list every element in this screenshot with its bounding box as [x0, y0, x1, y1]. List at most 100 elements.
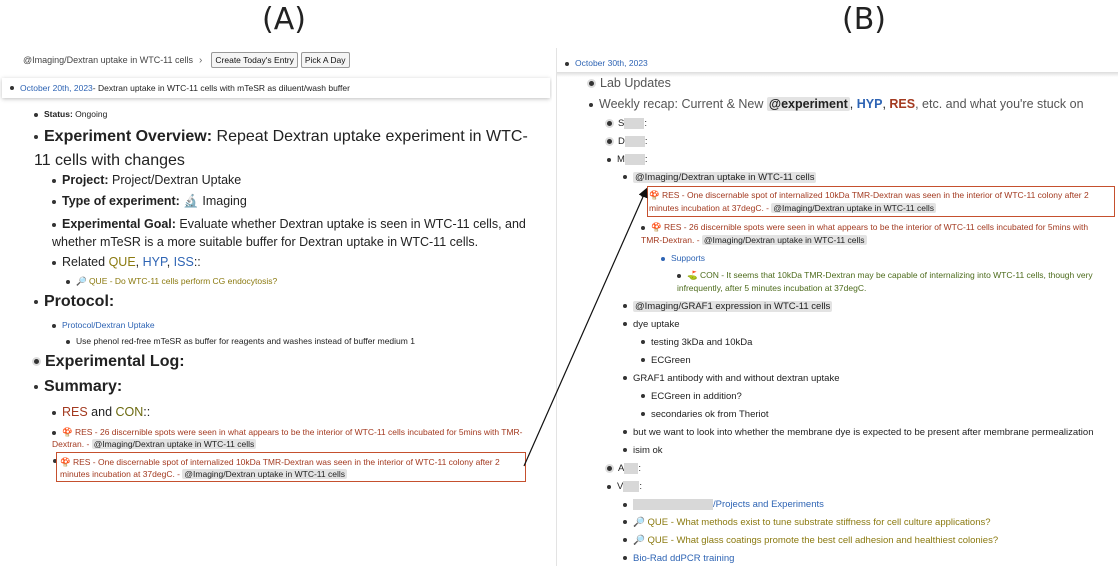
projects-row: /Projects and Experiments [623, 499, 824, 510]
person-m: M [617, 154, 625, 166]
collapsed-bullet-icon[interactable] [589, 81, 594, 87]
bullet-icon[interactable] [34, 299, 38, 304]
bullet-icon[interactable] [641, 394, 645, 399]
collapsed-bullet-icon[interactable] [607, 139, 612, 144]
testing-row: testing 3kDa and 10kDa [641, 337, 752, 348]
overview-block: Experiment Overview: Repeat Dextran upta… [34, 125, 544, 173]
collapsed-bullet-icon[interactable] [607, 121, 612, 126]
bullet-icon[interactable] [52, 410, 56, 415]
bullet-icon[interactable] [677, 273, 681, 278]
pick-a-day-button[interactable]: Pick A Day [300, 52, 350, 68]
bullet-icon[interactable] [34, 134, 38, 139]
bullet-icon[interactable] [641, 225, 645, 230]
que1-row: 🔎 QUE - What methods exist to tune subst… [623, 517, 991, 528]
bullet-icon[interactable] [641, 340, 645, 345]
bullet-icon[interactable] [641, 358, 645, 363]
type-label: Type of experiment: [62, 194, 180, 208]
overview-label: Experiment Overview: [44, 128, 213, 145]
bullet-icon[interactable] [641, 193, 645, 197]
res-item-1-tag[interactable]: @Imaging/Dextran uptake in WTC-11 cells [91, 439, 257, 449]
panel-b: October 30th, 2023 Lab Updates Weekly re… [556, 48, 1118, 566]
bullet-icon[interactable] [66, 339, 70, 344]
panel-label-b: (B) [842, 2, 886, 37]
create-todays-entry-button[interactable]: Create Today's Entry [211, 52, 298, 68]
isim-text: isim ok [633, 445, 663, 456]
con-row: ⛳ CON - It seems that 10kDa TMR-Dextran … [677, 269, 1115, 295]
status-row: Status: Ongoing [34, 109, 107, 119]
bullet-icon[interactable] [623, 430, 627, 435]
related-row: Related QUE, HYP, ISS:: [52, 255, 201, 269]
bullet-icon[interactable] [623, 175, 627, 180]
and-text: and [87, 405, 116, 419]
graf1-tag[interactable]: @Imaging/GRAF1 expression in WTC-11 cell… [633, 301, 833, 312]
supports-link[interactable]: Supports [671, 253, 705, 263]
ecgreen-text: ECGreen [651, 355, 691, 366]
bullet-icon[interactable] [623, 502, 627, 507]
redacted-block [624, 118, 645, 129]
bullet-icon[interactable] [623, 322, 627, 327]
testing-text: testing 3kDa and 10kDa [651, 337, 753, 348]
type-value: 🔬 Imaging [179, 194, 247, 208]
person-a-row: A: [607, 463, 641, 474]
collapsed-bullet-icon[interactable] [607, 466, 612, 471]
bullet-icon[interactable] [607, 484, 611, 489]
weekly-rest: , etc. and what you're stuck on [915, 97, 1084, 111]
con-text[interactable]: ⛳ CON - It seems that 10kDa TMR-Dextran … [677, 270, 1093, 293]
que2-text[interactable]: 🔎 QUE - What glass coatings promote the … [633, 535, 998, 546]
bullet-icon[interactable] [589, 102, 593, 107]
imaging-tag[interactable]: @Imaging/Dextran uptake in WTC-11 cells [633, 172, 817, 183]
hyp-tag[interactable]: HYP [143, 255, 167, 269]
hyp-tag[interactable]: HYP [857, 97, 883, 111]
bullet-icon[interactable] [10, 86, 14, 90]
res-tag[interactable]: RES [62, 405, 88, 419]
panel-a: @Imaging/Dextran uptake in WTC-11 cells … [0, 48, 552, 566]
bullet-icon[interactable] [34, 384, 38, 389]
protocol-link[interactable]: Protocol/Dextran Uptake [62, 320, 155, 330]
bullet-icon[interactable] [52, 222, 56, 227]
que-tag[interactable]: QUE [109, 255, 136, 269]
secondaries-row: secondaries ok from Theriot [641, 409, 769, 420]
membrane-text: but we want to look into whether the mem… [633, 427, 1094, 438]
bullet-icon[interactable] [66, 279, 70, 284]
redacted-block [624, 136, 645, 147]
bullet-icon[interactable] [623, 556, 627, 561]
bullet-icon[interactable] [565, 61, 569, 66]
que-item-text[interactable]: 🔎 QUE - Do WTC-11 cells perform CG endoc… [76, 276, 277, 286]
summary-heading: Summary: [34, 378, 122, 396]
bullet-icon[interactable] [623, 538, 627, 543]
bullet-icon[interactable] [607, 157, 611, 162]
bullet-icon[interactable] [623, 376, 627, 381]
bullet-icon[interactable] [623, 520, 627, 525]
date-link[interactable]: October 30th, 2023 [575, 58, 648, 68]
breadcrumb[interactable]: @Imaging/Dextran uptake in WTC-11 cells [23, 55, 193, 65]
collapsed-bullet-icon[interactable] [34, 359, 39, 365]
bullet-icon[interactable] [52, 430, 56, 435]
date-row: October 30th, 2023 [565, 58, 648, 68]
projects-link[interactable]: /Projects and Experiments [713, 499, 824, 510]
graf1-ab-row: GRAF1 antibody with and without dextran … [623, 373, 839, 384]
iss-tag[interactable]: ISS [174, 255, 194, 269]
ecgreen-row: ECGreen [641, 355, 691, 366]
bullet-icon[interactable] [641, 412, 645, 417]
related-label: Related [62, 255, 109, 269]
bullet-icon[interactable] [34, 112, 38, 117]
experiment-tag[interactable]: @experiment [766, 97, 850, 111]
bullet-icon[interactable] [661, 256, 665, 261]
biorad-link[interactable]: Bio-Rad ddPCR training [633, 553, 734, 564]
bullet-icon[interactable] [52, 323, 56, 328]
date-link[interactable]: October 20th, 2023 [20, 83, 93, 93]
lab-updates-label: Lab Updates [600, 76, 671, 90]
con-tag[interactable]: CON [116, 405, 144, 419]
bullet-icon[interactable] [52, 260, 56, 265]
res-26-tag[interactable]: @Imaging/Dextran uptake in WTC-11 cells [701, 235, 867, 245]
que1-text[interactable]: 🔎 QUE - What methods exist to tune subst… [633, 517, 991, 528]
redacted-block [623, 481, 640, 492]
que2-row: 🔎 QUE - What glass coatings promote the … [623, 535, 998, 546]
res-tag[interactable]: RES [889, 97, 915, 111]
bullet-icon[interactable] [623, 304, 627, 309]
bullet-icon[interactable] [52, 199, 56, 204]
bullet-icon[interactable] [623, 448, 627, 453]
supports-row: Supports [661, 253, 705, 263]
bullet-icon[interactable] [52, 178, 56, 183]
person-d-row: D: [607, 136, 648, 147]
